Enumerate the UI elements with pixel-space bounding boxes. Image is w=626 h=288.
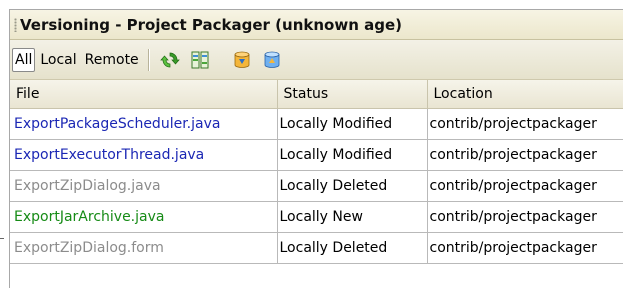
- column-header-status[interactable]: Status: [277, 80, 428, 109]
- filter-all-button[interactable]: All: [12, 47, 36, 72]
- table-row[interactable]: ExportExecutorThread.java Locally Modifi…: [10, 139, 623, 171]
- status-cell[interactable]: Locally Modified: [277, 108, 428, 140]
- status-cell[interactable]: Locally Deleted: [277, 170, 428, 202]
- diff-icon[interactable]: [189, 49, 211, 71]
- update-icon[interactable]: [231, 49, 253, 71]
- filter-remote-button[interactable]: Remote: [82, 48, 142, 72]
- column-header-location[interactable]: Location: [427, 80, 623, 109]
- location-cell[interactable]: contrib/projectpackager: [427, 170, 623, 202]
- status-cell[interactable]: Locally Deleted: [277, 232, 428, 264]
- status-cell[interactable]: Locally Modified: [277, 139, 428, 171]
- toolbar-separator: [147, 48, 149, 71]
- column-header-file[interactable]: File: [10, 80, 278, 109]
- file-cell[interactable]: ExportZipDialog.java: [10, 170, 278, 202]
- file-cell[interactable]: ExportPackageScheduler.java: [10, 108, 278, 140]
- drag-grip-icon[interactable]: [14, 17, 17, 32]
- filter-local-button[interactable]: Local: [37, 48, 79, 72]
- location-cell[interactable]: contrib/projectpackager: [427, 139, 623, 171]
- versioning-panel: Versioning - Project Packager (unknown a…: [9, 9, 623, 288]
- table-row[interactable]: ExportPackageScheduler.java Locally Modi…: [10, 108, 623, 140]
- table-row[interactable]: ExportZipDialog.form Locally Deleted con…: [10, 232, 623, 264]
- location-cell[interactable]: contrib/projectpackager: [427, 201, 623, 233]
- table-row[interactable]: ExportJarArchive.java Locally New contri…: [10, 201, 623, 233]
- edge-tick: [0, 238, 4, 239]
- commit-icon[interactable]: [261, 49, 283, 71]
- refresh-icon[interactable]: [159, 49, 181, 71]
- location-cell[interactable]: contrib/projectpackager: [427, 232, 623, 264]
- table-header-row: File Status Location: [10, 80, 623, 109]
- file-cell[interactable]: ExportJarArchive.java: [10, 201, 278, 233]
- toolbar: All Local Remote: [10, 40, 623, 80]
- panel-titlebar[interactable]: Versioning - Project Packager (unknown a…: [10, 10, 623, 40]
- panel-title: Versioning - Project Packager (unknown a…: [20, 15, 402, 34]
- status-cell[interactable]: Locally New: [277, 201, 428, 233]
- location-cell[interactable]: contrib/projectpackager: [427, 108, 623, 140]
- file-cell[interactable]: ExportZipDialog.form: [10, 232, 278, 264]
- file-table: File Status Location ExportPackageSchedu…: [10, 80, 623, 264]
- file-cell[interactable]: ExportExecutorThread.java: [10, 139, 278, 171]
- table-row[interactable]: ExportZipDialog.java Locally Deleted con…: [10, 170, 623, 202]
